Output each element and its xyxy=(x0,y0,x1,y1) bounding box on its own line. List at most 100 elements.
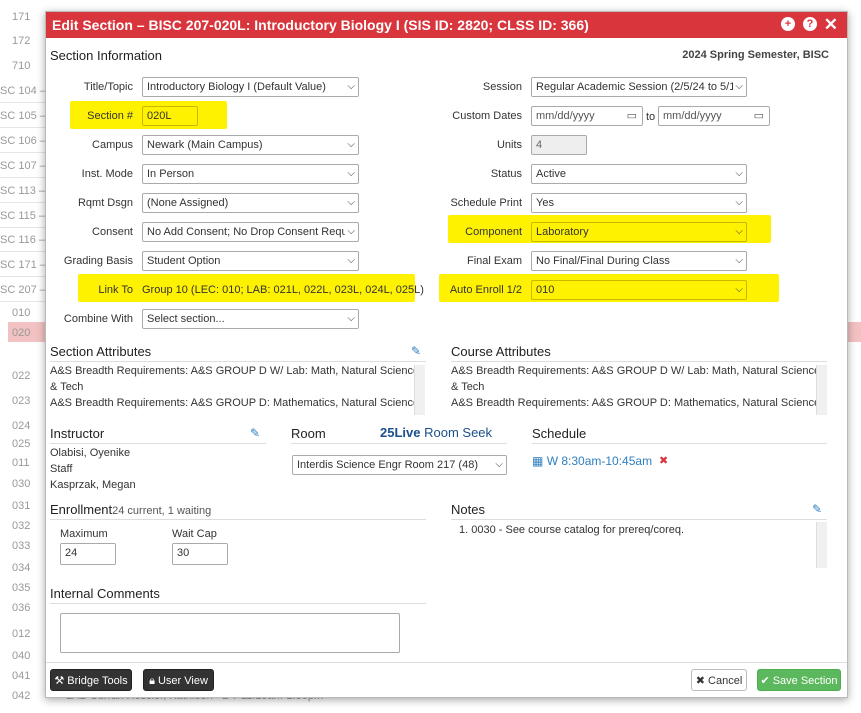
chevron-down-icon: ⌵ xyxy=(735,284,743,295)
campus-select[interactable]: Newark (Main Campus) ⌵ xyxy=(142,135,359,155)
background-row-label: 023 xyxy=(12,395,31,407)
wait-cap-label: Wait Cap xyxy=(172,528,217,540)
grading-basis-select[interactable]: Student Option ⌵ xyxy=(142,251,359,271)
background-row-label: SC 107 – xyxy=(0,160,46,172)
section-attribute-line-2: & Tech xyxy=(50,381,84,393)
final-exam-select[interactable]: No Final/Final During Class ⌵ xyxy=(531,251,747,271)
inst-mode-select[interactable]: In Person ⌵ xyxy=(142,164,359,184)
section-attributes-list: A&S Breadth Requirements: A&S GROUP D W/… xyxy=(50,365,426,415)
lock-icon: 🔒︎ xyxy=(149,675,155,687)
add-icon[interactable]: + xyxy=(781,17,795,31)
wait-cap-input[interactable]: 30 xyxy=(172,543,228,565)
course-attributes-scrollbar[interactable] xyxy=(816,365,827,415)
room-value: Interdis Science Engr Room 217 (48) xyxy=(297,459,478,471)
section-attribute-line-1: A&S Breadth Requirements: A&S GROUP D W/… xyxy=(50,365,425,377)
background-row-divider xyxy=(0,127,46,128)
chevron-down-icon: ⌵ xyxy=(345,310,355,328)
section-input[interactable]: 020L xyxy=(142,106,198,126)
bridge-tools-label: Bridge Tools xyxy=(67,675,128,687)
save-section-label: Save Section xyxy=(772,675,838,687)
user-view-button[interactable]: 🔒︎ User View xyxy=(143,669,214,691)
combine-with-select[interactable]: Select section... ⌵ xyxy=(142,309,359,329)
background-row-label: 036 xyxy=(12,602,31,614)
room-heading: Room xyxy=(291,426,326,441)
component-label: Component xyxy=(465,226,522,238)
auto-enroll-select[interactable]: 010 ⌵ xyxy=(531,280,747,300)
campus-value: Newark (Main Campus) xyxy=(147,139,263,151)
close-icon[interactable]: ✕ xyxy=(824,15,838,35)
divider xyxy=(50,361,426,362)
cancel-button[interactable]: ✖ Cancel xyxy=(691,669,747,691)
background-row-label: 041 xyxy=(12,670,31,682)
title-topic-select[interactable]: Introductory Biology I (Default Value) ⌵ xyxy=(142,77,359,97)
enrollment-summary: 24 current, 1 waiting xyxy=(112,505,212,517)
divider xyxy=(50,443,266,444)
remove-meeting-icon[interactable]: ✖ xyxy=(659,454,668,467)
enrollment-heading: Enrollment24 current, 1 waiting xyxy=(50,502,211,517)
calendar-icon[interactable]: ▭ xyxy=(627,107,637,125)
internal-comments-heading: Internal Comments xyxy=(50,586,160,601)
bridge-tools-button[interactable]: ⚒ Bridge Tools xyxy=(50,669,132,691)
background-row-label: 031 xyxy=(12,500,31,512)
chevron-down-icon: ⌵ xyxy=(735,226,743,237)
save-section-button[interactable]: ✔ Save Section xyxy=(757,669,841,691)
background-row-label: 022 xyxy=(12,370,31,382)
edit-pencil-icon[interactable]: ✎ xyxy=(250,426,260,440)
cancel-label: Cancel xyxy=(708,675,743,687)
chevron-down-icon: ⌵ xyxy=(733,252,743,270)
schedule-meeting-link[interactable]: ▦ W 8:30am-10:45am xyxy=(532,454,652,468)
instructor-heading: Instructor xyxy=(50,426,105,441)
component-value: Laboratory xyxy=(536,226,589,238)
calendar-icon[interactable]: ▭ xyxy=(754,107,764,125)
section-attributes-scrollbar[interactable] xyxy=(414,365,425,415)
room-seek-logo[interactable]: 25Live Room Seek xyxy=(380,425,492,440)
dialog-title: Edit Section – BISC 207-020L: Introducto… xyxy=(52,17,589,33)
background-row-label: SC 115 – xyxy=(0,210,46,222)
schedule-meeting-text: W 8:30am-10:45am xyxy=(546,454,653,468)
background-row-label: SC 171 – xyxy=(0,259,46,271)
help-icon[interactable]: ? xyxy=(803,17,817,31)
room-seek-logo-suffix: Room Seek xyxy=(424,425,493,440)
end-date-input[interactable]: mm/dd/yyyy ▭ xyxy=(658,106,770,126)
auto-enroll-label: Auto Enroll 1/2 xyxy=(449,284,522,296)
divider xyxy=(451,361,827,362)
maximum-input[interactable]: 24 xyxy=(60,543,116,565)
consent-label: Consent xyxy=(92,226,133,238)
close-icon: ✖ xyxy=(695,675,705,687)
custom-dates-label: Custom Dates xyxy=(452,110,522,122)
tools-icon: ⚒ xyxy=(54,675,65,687)
background-row-label: SC 105 – xyxy=(0,110,46,122)
grading-basis-label: Grading Basis xyxy=(63,255,133,267)
room-select[interactable]: Interdis Science Engr Room 217 (48) ⌵ xyxy=(292,455,507,475)
status-select[interactable]: Active ⌵ xyxy=(531,164,747,184)
course-attributes-list: A&S Breadth Requirements: A&S GROUP D W/… xyxy=(451,365,817,415)
campus-label: Campus xyxy=(92,139,133,151)
session-select[interactable]: Regular Academic Session (2/5/24 to 5/1(… xyxy=(531,77,747,97)
component-select[interactable]: Laboratory ⌵ xyxy=(531,222,747,242)
section-attribute-line-3: A&S Breadth Requirements: A&S GROUP D: M… xyxy=(50,397,425,409)
edit-section-dialog: Edit Section – BISC 207-020L: Introducto… xyxy=(45,11,848,698)
note-item: 1. 0030 - See course catalog for prereq/… xyxy=(459,524,685,536)
auto-enroll-value: 010 xyxy=(536,284,555,296)
background-row-label: 042 xyxy=(12,690,31,702)
background-row-label: 171 xyxy=(12,11,31,23)
edit-pencil-icon[interactable]: ✎ xyxy=(812,502,822,516)
combine-with-value: Select section... xyxy=(147,313,225,325)
room-seek-logo-brand: 25Live xyxy=(380,425,421,440)
consent-value: No Add Consent; No Drop Consent Requ xyxy=(147,226,348,238)
rqmt-dsgn-select[interactable]: (None Assigned) ⌵ xyxy=(142,193,359,213)
edit-pencil-icon[interactable]: ✎ xyxy=(411,344,421,358)
background-row-label: 025 xyxy=(12,438,31,450)
chevron-down-icon: ⌵ xyxy=(345,223,355,241)
background-row-label: 035 xyxy=(12,582,31,594)
notes-scrollbar[interactable] xyxy=(816,522,827,568)
consent-select[interactable]: No Add Consent; No Drop Consent Requ ⌵ xyxy=(142,222,359,242)
internal-comments-textarea[interactable] xyxy=(60,613,400,653)
course-attribute-line-2: & Tech xyxy=(451,381,485,393)
schedule-print-select[interactable]: Yes ⌵ xyxy=(531,193,747,213)
grading-basis-value: Student Option xyxy=(147,255,221,267)
start-date-input[interactable]: mm/dd/yyyy ▭ xyxy=(531,106,643,126)
maximum-label: Maximum xyxy=(60,528,108,540)
background-row-label: SC 113 – xyxy=(0,185,46,197)
chevron-down-icon: ⌵ xyxy=(733,165,743,183)
